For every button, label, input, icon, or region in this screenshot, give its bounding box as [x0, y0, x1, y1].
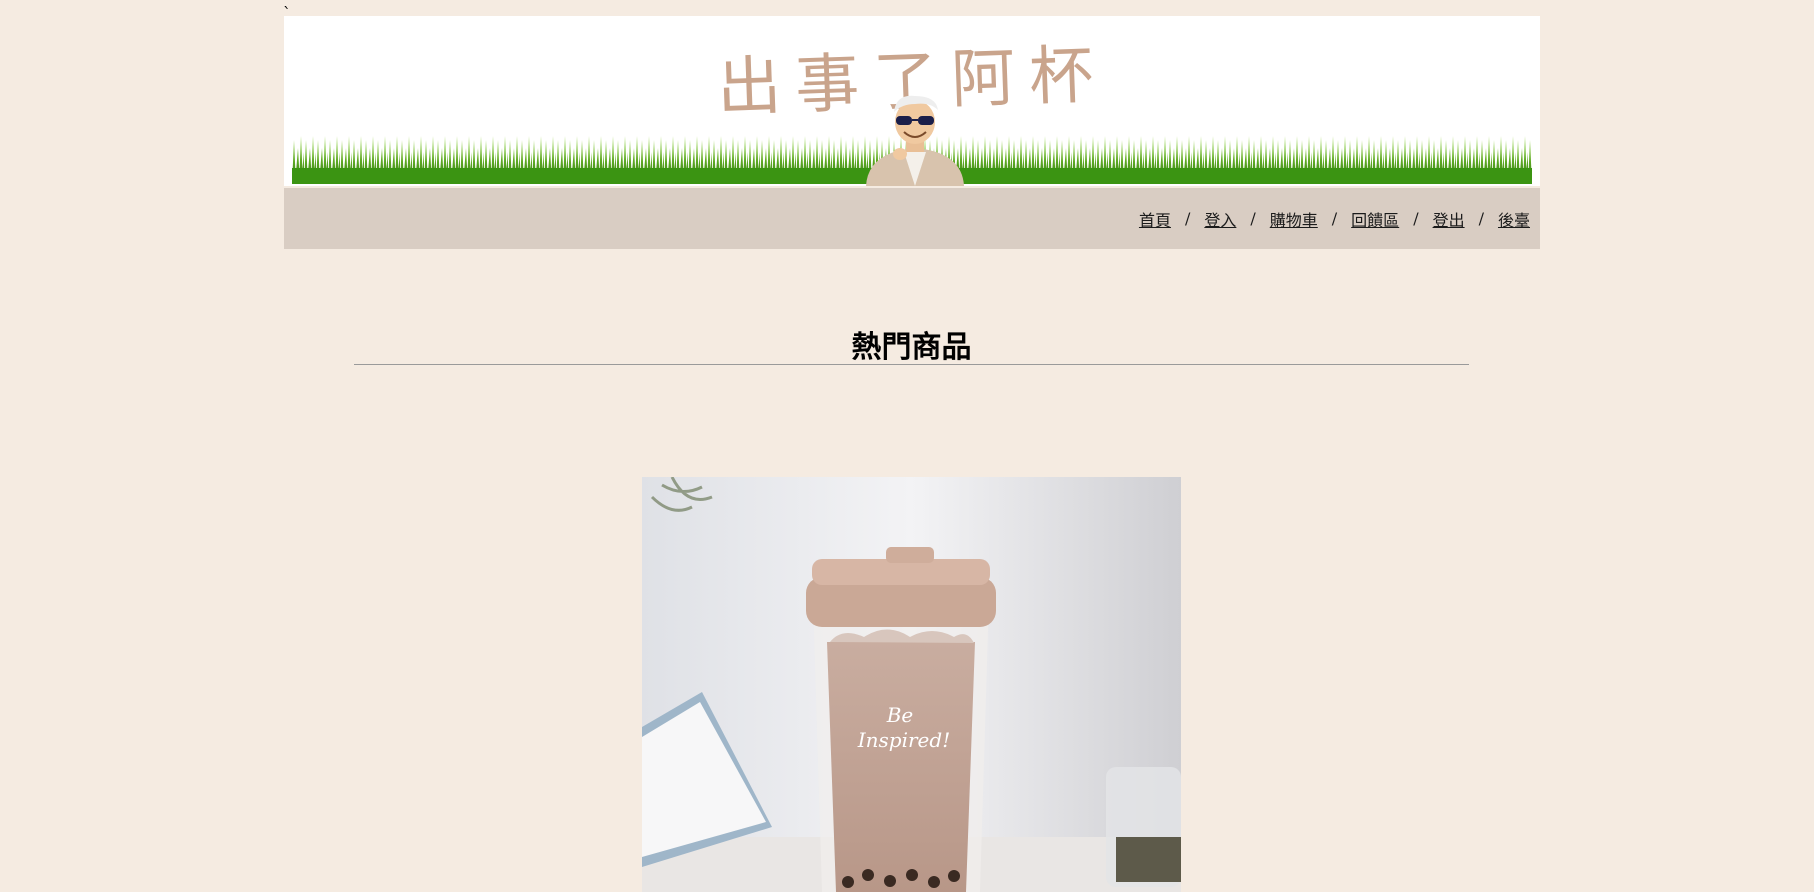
- nav-logout[interactable]: 登出: [1433, 207, 1465, 231]
- nav-separator: /: [1250, 209, 1256, 228]
- banner: 出事了阿杯: [284, 16, 1540, 186]
- nav-cart[interactable]: 購物車: [1270, 207, 1318, 231]
- featured-product-image[interactable]: Be Inspired!: [642, 477, 1181, 892]
- nav-admin[interactable]: 後臺: [1498, 207, 1530, 231]
- nav-separator: /: [1331, 209, 1338, 228]
- nav-feedback[interactable]: 回饋區: [1351, 207, 1399, 231]
- nav-home[interactable]: 首頁: [1139, 207, 1171, 231]
- section-divider: [354, 364, 1469, 365]
- product-photo: Be Inspired!: [642, 477, 1181, 892]
- nav-separator: /: [1478, 209, 1484, 228]
- cup-text-line2: Inspired!: [857, 728, 950, 752]
- nav-separator: /: [1184, 209, 1191, 228]
- main-nav: 首頁 / 登入 / 購物車 / 回饋區 / 登出 / 後臺: [284, 188, 1540, 249]
- nav-login[interactable]: 登入: [1204, 207, 1236, 231]
- cup-text-line1: Be: [886, 703, 914, 727]
- section-title: 熱門商品: [851, 330, 972, 365]
- site-header: 出事了阿杯 首頁 / 登入 / 購物車 / 回饋區 / 登出 / 後臺: [284, 16, 1540, 249]
- nav-separator: /: [1413, 209, 1419, 228]
- mascot-illustration: [866, 95, 964, 186]
